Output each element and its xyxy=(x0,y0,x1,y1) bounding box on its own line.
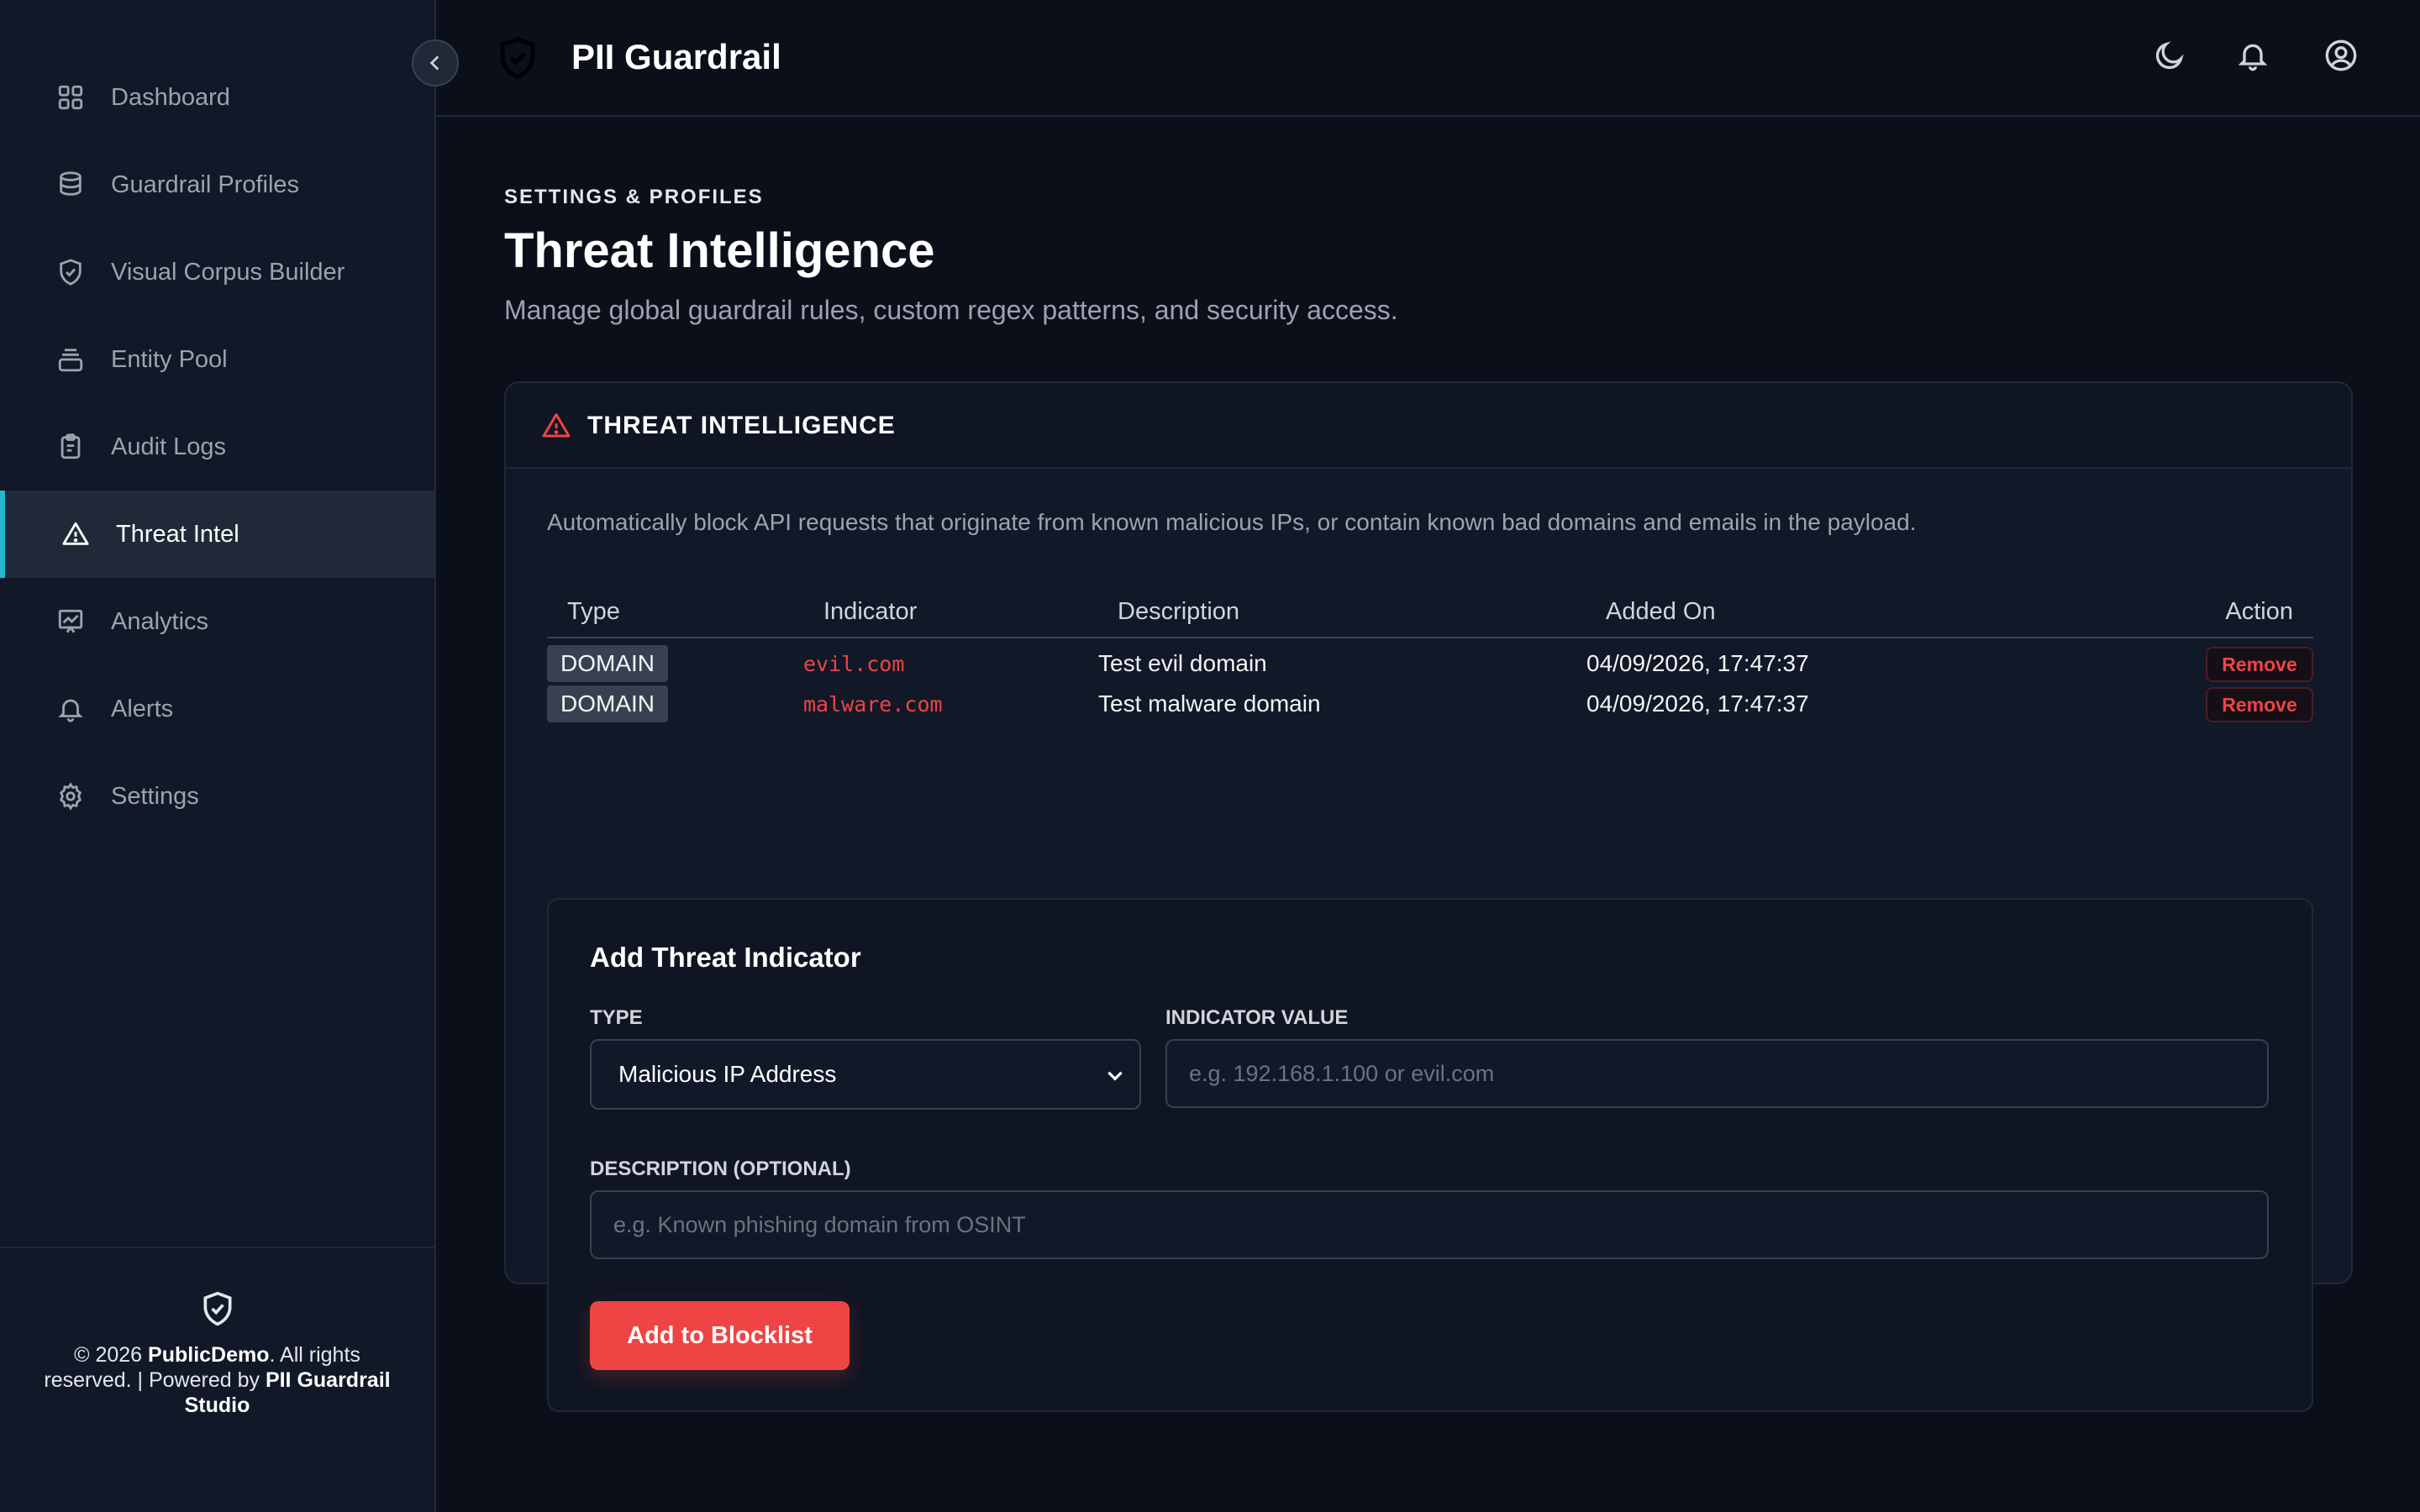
sidebar-item-label: Alerts xyxy=(111,695,174,722)
sidebar-item-settings[interactable]: Settings xyxy=(0,753,434,840)
database-icon xyxy=(55,170,86,200)
sidebar-item-guardrail-profiles[interactable]: Guardrail Profiles xyxy=(0,141,434,228)
indicator-value: evil.com xyxy=(803,652,905,676)
sidebar-item-label: Audit Logs xyxy=(111,433,227,460)
remove-button[interactable]: Remove xyxy=(2206,647,2313,682)
footer-company: PublicDemo xyxy=(148,1343,270,1367)
chart-icon xyxy=(55,606,86,637)
indicator-value-label: INDICATOR VALUE xyxy=(1165,1006,1349,1029)
card-header: THREAT INTELLIGENCE xyxy=(506,383,2351,469)
bell-icon[interactable] xyxy=(2236,39,2275,77)
clipboard-icon xyxy=(55,432,86,462)
type-badge: DOMAIN xyxy=(547,645,668,682)
table-row: DOMAIN malware.com Test malware domain 0… xyxy=(547,685,2313,724)
threat-intel-card: THREAT INTELLIGENCE Automatically block … xyxy=(504,381,2353,1412)
gear-icon xyxy=(55,781,86,811)
sidebar-item-threat-intel[interactable]: Threat Intel xyxy=(0,491,434,578)
chevron-left-icon xyxy=(424,52,446,74)
sidebar-item-audit-logs[interactable]: Audit Logs xyxy=(0,403,434,491)
sidebar-item-label: Visual Corpus Builder xyxy=(111,258,345,286)
column-header-added-on: Added On xyxy=(1606,598,1716,625)
warning-triangle-icon xyxy=(60,519,91,549)
grid-icon xyxy=(55,82,86,113)
sidebar-item-dashboard[interactable]: Dashboard xyxy=(0,54,434,141)
row-added-on: 04/09/2026, 17:47:37 xyxy=(1586,690,1809,717)
form-title: Add Threat Indicator xyxy=(590,942,861,973)
type-select-value: Malicious IP Address xyxy=(618,1061,837,1087)
table-row: DOMAIN evil.com Test evil domain 04/09/2… xyxy=(547,645,2313,684)
footer-copyright: © 2026 PublicDemo. All rights reserved. … xyxy=(44,1343,391,1417)
sidebar-collapse-button[interactable] xyxy=(412,39,459,87)
app-title: PII Guardrail xyxy=(571,37,781,76)
sidebar-item-alerts[interactable]: Alerts xyxy=(0,665,434,753)
sidebar-item-label: Analytics xyxy=(111,607,209,635)
column-header-type: Type xyxy=(567,598,620,625)
sidebar-nav: Dashboard Guardrail Profiles Visual Corp… xyxy=(0,54,434,840)
top-bar: PII Guardrail xyxy=(436,0,2420,117)
user-circle-icon[interactable] xyxy=(2324,39,2363,77)
sidebar: Dashboard Guardrail Profiles Visual Corp… xyxy=(0,0,436,1512)
bell-icon xyxy=(55,694,86,724)
page-subtitle: Manage global guardrail rules, custom re… xyxy=(504,295,1398,325)
indicator-value-input[interactable] xyxy=(1165,1039,2269,1108)
indicator-value: malware.com xyxy=(803,692,943,717)
card-title: THREAT INTELLIGENCE xyxy=(587,412,896,439)
type-select[interactable]: Malicious IP Address xyxy=(590,1039,1141,1110)
sidebar-item-entity-pool[interactable]: Entity Pool xyxy=(0,316,434,403)
sidebar-item-visual-corpus-builder[interactable]: Visual Corpus Builder xyxy=(0,228,434,316)
sidebar-item-label: Guardrail Profiles xyxy=(111,171,300,198)
sidebar-item-label: Dashboard xyxy=(111,83,230,111)
app-root: Dashboard Guardrail Profiles Visual Corp… xyxy=(0,0,2420,1512)
sidebar-item-label: Entity Pool xyxy=(111,345,228,373)
sidebar-footer: © 2026 PublicDemo. All rights reserved. … xyxy=(0,1247,434,1512)
shield-check-icon xyxy=(199,1289,236,1329)
sidebar-item-label: Settings xyxy=(111,782,199,810)
row-description: Test evil domain xyxy=(1098,650,1267,676)
row-added-on: 04/09/2026, 17:47:37 xyxy=(1586,650,1809,676)
table-header: Type Indicator Description Added On Acti… xyxy=(547,593,2313,638)
add-threat-indicator-form: Add Threat Indicator TYPE Malicious IP A… xyxy=(547,898,2313,1412)
type-badge: DOMAIN xyxy=(547,685,668,722)
page-kicker: SETTINGS & PROFILES xyxy=(504,186,764,208)
remove-button[interactable]: Remove xyxy=(2206,687,2313,722)
column-header-action: Action xyxy=(2225,598,2293,625)
description-input[interactable] xyxy=(590,1190,2269,1259)
column-header-description: Description xyxy=(1118,598,1240,625)
main-content: SETTINGS & PROFILES Threat Intelligence … xyxy=(436,118,2420,1512)
chevron-down-icon xyxy=(1104,1064,1126,1086)
warning-triangle-icon xyxy=(541,411,571,441)
page-title: Threat Intelligence xyxy=(504,223,935,278)
column-header-indicator: Indicator xyxy=(823,598,918,625)
shield-check-icon xyxy=(55,257,86,287)
add-to-blocklist-button[interactable]: Add to Blocklist xyxy=(590,1301,850,1370)
sidebar-item-analytics[interactable]: Analytics xyxy=(0,578,434,665)
layers-icon xyxy=(55,344,86,375)
type-label: TYPE xyxy=(590,1006,643,1029)
moon-icon[interactable] xyxy=(2153,39,2191,77)
shield-check-icon xyxy=(495,32,540,84)
description-label: DESCRIPTION (OPTIONAL) xyxy=(590,1158,851,1180)
row-description: Test malware domain xyxy=(1098,690,1321,717)
sidebar-item-label: Threat Intel xyxy=(116,520,239,548)
card-description: Automatically block API requests that or… xyxy=(547,509,1917,535)
